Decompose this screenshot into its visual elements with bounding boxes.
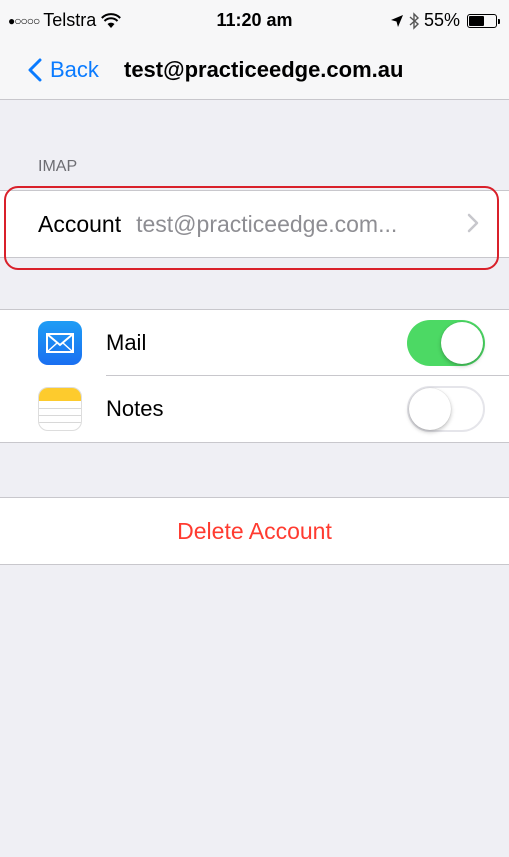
battery-icon bbox=[467, 13, 500, 28]
page-title: test@practiceedge.com.au bbox=[124, 57, 404, 82]
imap-account-group: Account test@practiceedge.com... bbox=[0, 190, 509, 258]
toggle-knob bbox=[409, 388, 451, 430]
battery-percent: 55% bbox=[423, 10, 460, 30]
back-button[interactable]: Back bbox=[28, 57, 99, 83]
back-label: Back bbox=[50, 57, 99, 82]
delete-account-button[interactable]: Delete Account bbox=[0, 498, 509, 564]
notes-toggle[interactable] bbox=[407, 386, 485, 432]
chevron-left-icon bbox=[28, 58, 42, 82]
imap-section-header: IMAP bbox=[38, 158, 78, 175]
account-label: Account bbox=[38, 210, 122, 237]
mail-row: Mail bbox=[0, 310, 509, 376]
status-bar: ●○○○○ Telstra 11:20 am 55% bbox=[0, 0, 509, 40]
apps-group: Mail Notes bbox=[0, 309, 509, 443]
navigation-bar: Back test@practiceedge.com.au bbox=[0, 40, 509, 100]
bluetooth-icon bbox=[409, 11, 419, 30]
notes-app-icon bbox=[38, 387, 82, 431]
status-indicators: 55% bbox=[390, 10, 500, 31]
notes-row: Notes bbox=[0, 376, 509, 442]
mail-label: Mail bbox=[106, 330, 147, 355]
battery-fill bbox=[469, 15, 485, 26]
notes-label: Notes bbox=[106, 396, 164, 421]
mail-app-icon bbox=[38, 321, 82, 365]
mail-toggle[interactable] bbox=[407, 320, 485, 366]
location-arrow-icon bbox=[390, 14, 403, 27]
chevron-right-icon bbox=[467, 213, 479, 233]
delete-group: Delete Account bbox=[0, 497, 509, 565]
account-row[interactable]: Account test@practiceedge.com... bbox=[0, 191, 509, 257]
toggle-knob bbox=[441, 322, 483, 364]
account-value: test@practiceedge.com... bbox=[136, 210, 398, 237]
